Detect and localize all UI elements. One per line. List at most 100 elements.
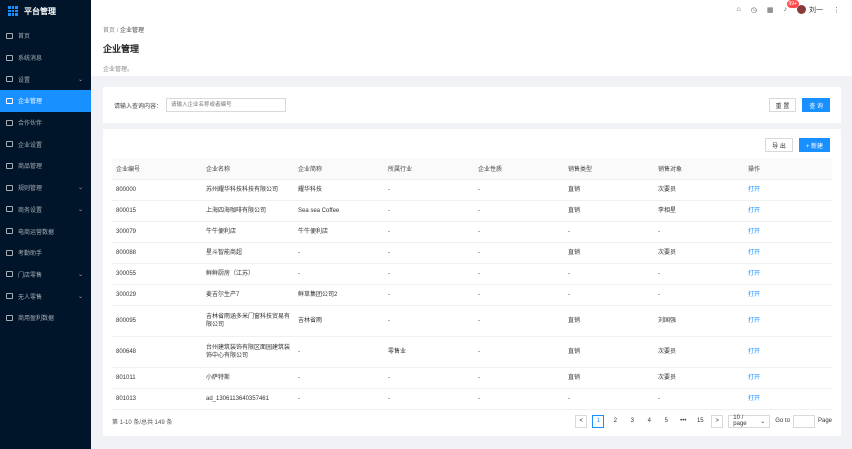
table-cell: - [474, 388, 564, 410]
table-cell: - [294, 336, 384, 368]
table-cell: - [474, 263, 564, 285]
unmanned-icon [6, 293, 13, 300]
prev-page-button[interactable]: < [575, 414, 588, 428]
open-link[interactable]: 打开 [744, 336, 832, 368]
avatar [797, 5, 806, 14]
sidebar-item-label: 企业管理 [18, 99, 43, 106]
table-cell: - [384, 305, 474, 337]
column-header: 销售类型 [564, 158, 654, 180]
table-cell: - [294, 388, 384, 410]
chevron-down-icon: ⌄ [77, 206, 83, 213]
table-cell: - [474, 336, 564, 368]
page-number[interactable]: 2 [609, 415, 621, 428]
table-cell: 800095 [112, 305, 202, 337]
column-header: 所属行业 [384, 158, 474, 180]
sidebar-item[interactable]: 企业设置 [0, 133, 91, 155]
table-cell: - [384, 367, 474, 389]
table-cell: 牛牛便利店 [294, 221, 384, 243]
table-cell: 300055 [112, 263, 202, 285]
page-size-select[interactable]: 10 / page ⌄ [728, 414, 771, 428]
table-row: 300055 鲜鲜厨房（江苏） - - - - - 打开 [112, 263, 832, 285]
logo[interactable]: 平台管理 [0, 0, 91, 22]
sidebar-item[interactable]: 商用盈利数据 [0, 307, 91, 329]
sidebar-item[interactable]: 合作伙伴 [0, 112, 91, 134]
user-menu[interactable]: 刘一 [797, 5, 823, 15]
attendance-icon [6, 249, 13, 256]
more-icon[interactable]: ⋮ [833, 6, 840, 14]
open-link[interactable]: 打开 [744, 200, 832, 222]
page-label: Page [817, 418, 832, 424]
page-ellipsis[interactable]: ••• [677, 415, 689, 428]
sidebar-item[interactable]: 电商运营数据 [0, 220, 91, 242]
goto-page-input[interactable] [792, 414, 815, 428]
home-icon[interactable]: ⌂ [737, 6, 741, 13]
table-card: 导 出 + 新建 企业编号 企业名称 企业简称 所属行业 企业性质 销售类型 销售对象 操作 … [103, 129, 841, 436]
table-cell: - [384, 263, 474, 285]
table-cell: - [384, 242, 474, 264]
partner-icon [6, 119, 13, 126]
table-row: 800648 台州建筑装饰有限区面园建筑装饰中心有限公司 - 零售业 - 直销 次要员 打开 [112, 336, 832, 368]
table-cell: - [384, 388, 474, 410]
open-link[interactable]: 打开 [744, 367, 832, 389]
open-link[interactable]: 打开 [744, 305, 832, 337]
sidebar-item[interactable]: 无人零售 ⌄ [0, 285, 91, 307]
sidebar-item-label: 电商运营数据 [18, 229, 55, 236]
sidebar-item[interactable]: 考勤助手 [0, 242, 91, 264]
page-number[interactable]: 3 [626, 415, 638, 428]
new-button[interactable]: + 新建 [798, 138, 830, 152]
open-link[interactable]: 打开 [744, 263, 832, 285]
reset-button[interactable]: 重 置 [768, 98, 797, 112]
page-number[interactable]: 1 [592, 414, 605, 428]
sidebar-item[interactable]: 门店零售 ⌄ [0, 264, 91, 286]
breadcrumb-home[interactable]: 首页 [103, 28, 115, 34]
pagination-total: 第 1-10 条/总共 149 条 [112, 419, 173, 426]
open-link[interactable]: 打开 [744, 221, 832, 243]
next-page-button[interactable]: > [711, 414, 724, 428]
sidebar-item[interactable]: 商务设置 ⌄ [0, 199, 91, 221]
chevron-down-icon: ⌄ [77, 293, 83, 300]
sidebar-item-label: 合作伙伴 [18, 121, 43, 128]
sidebar-item[interactable]: 商品管理 [0, 155, 91, 177]
sidebar-item-label: 企业设置 [18, 142, 43, 149]
table-cell: 鲜鲜厨房（江苏） [202, 263, 294, 285]
table-cell: 直销 [564, 336, 654, 368]
table-cell: 零售业 [384, 336, 474, 368]
table-row: 800000 苏州耀华科技科技有限公司 耀华科技 - - 直销 次要员 打开 [112, 179, 832, 201]
query-button[interactable]: 查 询 [802, 98, 830, 112]
clock-icon[interactable]: ◷ [751, 6, 757, 14]
sidebar-item[interactable]: 首页 [0, 25, 91, 47]
table-cell: - [474, 367, 564, 389]
table-cell: - [564, 263, 654, 285]
open-link[interactable]: 打开 [744, 242, 832, 264]
table-cell: 鲜草集团公司2 [294, 284, 384, 306]
sidebar-item-label: 首页 [18, 34, 31, 41]
table-cell: 次要员 [654, 179, 744, 201]
open-link[interactable]: 打开 [744, 179, 832, 201]
page-number[interactable]: 4 [643, 415, 655, 428]
export-button[interactable]: 导 出 [765, 138, 793, 152]
sidebar-item[interactable]: 企业管理 [0, 90, 91, 112]
sidebar-item-label: 商务设置 [18, 207, 43, 214]
open-link[interactable]: 打开 [744, 284, 832, 306]
page-header: 首页 / 企业管理 企业管理 企业管理。 [91, 19, 852, 76]
grid-icon[interactable]: ▦ [767, 6, 774, 14]
notification-badge: 99+ [786, 0, 799, 8]
sidebar-item[interactable]: 规则管理 ⌄ [0, 177, 91, 199]
table-cell: 801013 [112, 388, 202, 410]
company-icon [6, 97, 13, 104]
bell-icon[interactable]: ♪ 99+ [784, 0, 799, 13]
open-link[interactable]: 打开 [744, 388, 832, 410]
sidebar-item[interactable]: 系统消息 [0, 47, 91, 69]
table-row: 800088 星斗智能商超 - - - 直销 次要员 打开 [112, 242, 832, 264]
search-input[interactable] [166, 98, 287, 112]
table-cell: - [474, 305, 564, 337]
table-cell: 上海四海咖啡有限公司 [202, 200, 294, 222]
page-number[interactable]: 15 [694, 415, 706, 428]
page-number[interactable]: 5 [660, 415, 672, 428]
table-cell: Sea sea Coffee [294, 200, 384, 222]
goto-page: Go to Page [775, 414, 832, 428]
sidebar-item[interactable]: 设置 ⌄ [0, 68, 91, 90]
table-cell: 台州建筑装饰有限区面园建筑装饰中心有限公司 [202, 336, 294, 368]
search-label: 请输入查询内容： [114, 103, 163, 110]
table-cell: 直销 [564, 305, 654, 337]
